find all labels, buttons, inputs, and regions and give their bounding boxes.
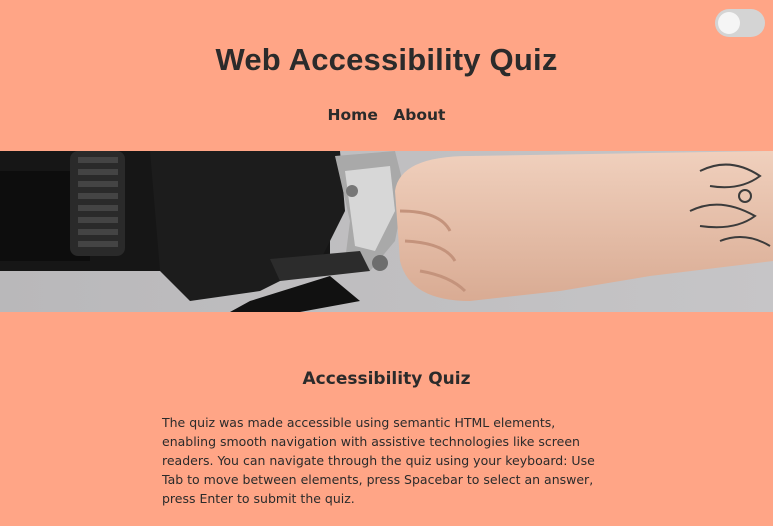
nav-link-about[interactable]: About [393, 106, 445, 124]
hero-image [0, 151, 773, 312]
quiz-description: The quiz was made accessible using seman… [162, 415, 595, 506]
toggle-knob [718, 12, 740, 34]
main-nav: Home About [0, 106, 773, 124]
theme-toggle-switch[interactable] [715, 9, 765, 37]
quiz-section-title: Accessibility Quiz [302, 369, 471, 389]
page-title: Web Accessibility Quiz [215, 42, 558, 77]
nav-link-home[interactable]: Home [328, 106, 378, 124]
